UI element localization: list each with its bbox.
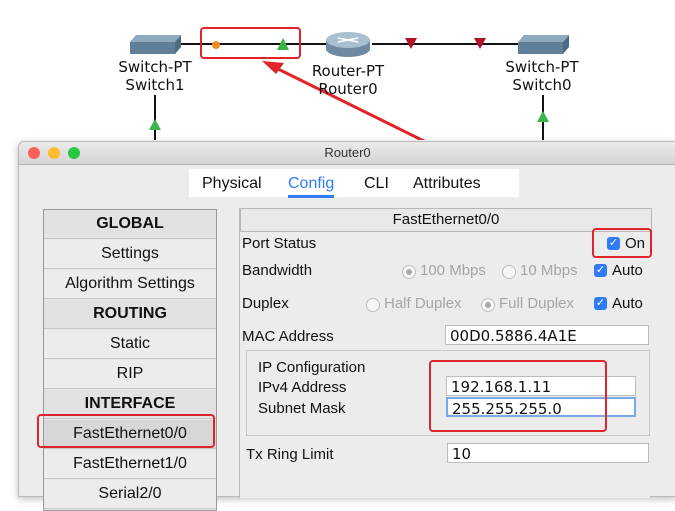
router-config-window: Router0 Physical Config CLI Attributes G… [18,141,675,511]
bandwidth-100-radio[interactable] [402,265,416,279]
tab-config[interactable]: Config [288,175,335,198]
sidebar-header-global: GLOBAL [44,210,216,239]
window-title: Router0 [324,145,371,160]
router0-label[interactable]: Router-PT Router0 [303,62,393,98]
bandwidth-auto-label: Auto [612,262,643,279]
topology-canvas: Switch-PT Switch1 Router-PT Router0 Switch… [0,0,675,140]
sidebar-item-settings[interactable]: Settings [44,240,216,269]
duplex-auto-label: Auto [612,295,643,312]
ipv4-address-label: IPv4 Address [258,379,347,396]
mac-address-label: MAC Address [242,328,334,345]
subnet-mask-label: Subnet Mask [258,400,346,417]
switch1-icon [130,35,181,54]
switch0-icon [518,35,569,54]
interface-panel: FastEthernet0/0 Port Status ✓ On Bandwid… [239,208,652,498]
router-icon [326,32,370,57]
tab-physical[interactable]: Physical [202,175,262,193]
tab-attributes[interactable]: Attributes [413,175,481,193]
interface-title: FastEthernet0/0 [240,208,652,232]
tx-ring-limit-field[interactable]: 10 [447,443,649,463]
bandwidth-10-radio[interactable] [502,265,516,279]
sidebar-item-algorithm-settings[interactable]: Algorithm Settings [44,270,216,299]
port-status-label: Port Status [242,235,317,252]
window-titlebar: Router0 [19,142,675,165]
tab-cli[interactable]: CLI [364,175,389,193]
duplex-auto-checkbox[interactable]: ✓ [594,297,607,310]
sidebar-header-routing: ROUTING [44,300,216,329]
link-highlight [200,27,301,59]
port-status-highlight [592,228,652,258]
bandwidth-100-label: 100 Mbps [420,262,486,279]
ip-configuration-label: IP Configuration [258,359,366,376]
ip-fields-highlight [429,360,607,432]
link-up-icon [149,119,161,130]
selected-interface-highlight [37,414,215,448]
half-duplex-radio[interactable] [366,298,380,312]
duplex-label: Duplex [242,295,289,312]
tx-ring-limit-label: Tx Ring Limit [246,446,334,463]
bandwidth-label: Bandwidth [242,262,313,279]
switch0-label[interactable]: Switch-PT Switch0 [497,58,587,94]
mac-address-field[interactable]: 00D0.5886.4A1E [445,325,649,345]
bandwidth-10-label: 10 Mbps [520,262,578,279]
sidebar-item-fastethernet1-0[interactable]: FastEthernet1/0 [44,450,216,479]
tab-bar: Physical Config CLI Attributes [189,169,519,198]
half-duplex-label: Half Duplex [384,295,462,312]
full-duplex-label: Full Duplex [499,295,575,312]
sidebar-item-rip[interactable]: RIP [44,360,216,389]
sidebar-item-static[interactable]: Static [44,330,216,359]
bandwidth-auto-checkbox[interactable]: ✓ [594,264,607,277]
switch1-label[interactable]: Switch-PT Switch1 [110,58,200,94]
link-up-icon [537,111,549,122]
config-sidebar: GLOBAL Settings Algorithm Settings ROUTI… [43,209,217,511]
full-duplex-radio[interactable] [481,298,495,312]
